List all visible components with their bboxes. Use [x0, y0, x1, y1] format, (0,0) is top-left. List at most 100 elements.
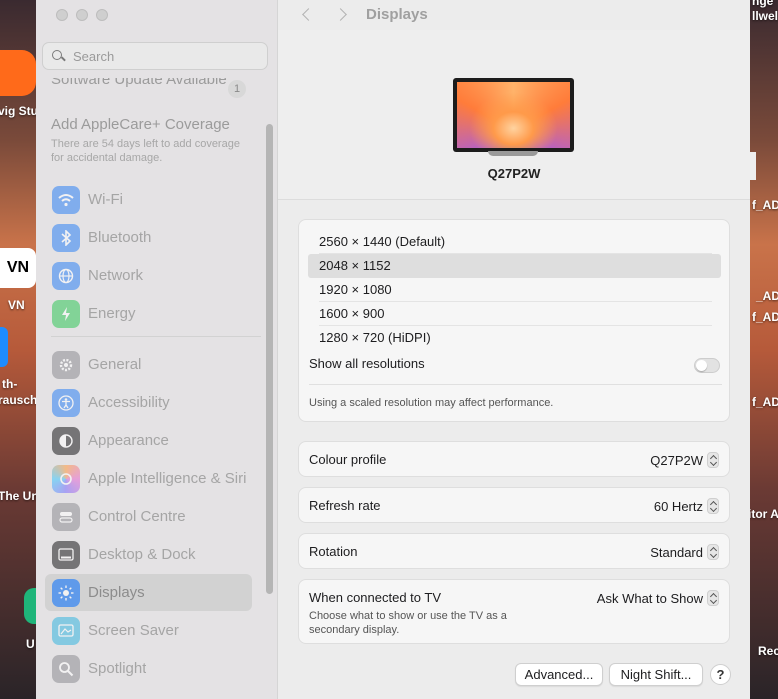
refresh-rate-row[interactable]: Refresh rate 60 Hertz	[298, 487, 730, 523]
colour-profile-value: Q27P2W	[650, 452, 703, 468]
desktop-label-6: U	[26, 637, 35, 651]
screen-saver-icon	[52, 616, 80, 645]
sidebar-item-label: Screen Saver	[88, 622, 179, 639]
sidebar-item-label: Displays	[88, 584, 145, 601]
refresh-rate-popup[interactable]: 60 Hertz	[654, 498, 719, 514]
sidebar-item-label: Spotlight	[88, 660, 147, 677]
sidebar-item-label: Network	[88, 267, 144, 284]
show-all-resolutions-toggle[interactable]	[694, 358, 720, 373]
resolution-option[interactable]: 1920 × 1080	[308, 278, 721, 302]
sidebar-item-displays[interactable]: Displays	[45, 574, 252, 611]
applecare-title[interactable]: Add AppleCare+ Coverage	[51, 116, 230, 133]
software-update-badge: 1	[228, 80, 246, 98]
popup-chevron-icon	[707, 498, 719, 514]
sidebar-item-apple-intelligence[interactable]: Apple Intelligence & Siri	[45, 460, 252, 497]
gear-icon	[52, 350, 80, 379]
accessibility-icon	[52, 388, 80, 417]
tv-connection-description: Choose what to show or use the TV as a s…	[309, 610, 507, 636]
desktop-label-r6: f_AD	[752, 395, 778, 409]
search-field[interactable]	[42, 42, 268, 70]
desktop-right-strip: nge llwel f_AD _AD f_AD f_AD itor A Rec	[748, 0, 778, 699]
popup-chevron-icon	[707, 544, 719, 560]
tv-connection-value: Ask What to Show	[596, 590, 703, 606]
toolbar: Displays	[278, 0, 750, 30]
sidebar-item-energy[interactable]: Energy	[45, 295, 252, 332]
chevron-right-icon	[334, 8, 347, 21]
display-name: Q27P2W	[487, 166, 541, 181]
sidebar-item-accessibility[interactable]: Accessibility	[45, 384, 252, 421]
page-title: Displays	[366, 6, 428, 23]
window-controls	[56, 9, 108, 21]
rotation-label: Rotation	[309, 544, 358, 559]
tv-connection-row[interactable]: When connected to TV Ask What to Show Ch…	[298, 579, 730, 644]
toggle-knob	[696, 360, 707, 371]
desktop-label-vn: VN	[8, 298, 25, 312]
sidebar-item-bluetooth[interactable]: Bluetooth	[45, 219, 252, 256]
sun-icon	[52, 578, 80, 607]
sidebar-item-appearance[interactable]: Appearance	[45, 422, 252, 459]
close-window-button[interactable]	[56, 9, 68, 21]
resolution-card: 2560 × 1440 (Default) 2048 × 1152 1920 ×…	[298, 219, 730, 422]
popup-chevron-icon	[707, 452, 719, 468]
sidebar-item-label: Bluetooth	[88, 229, 152, 246]
tv-connection-label: When connected to TV	[309, 590, 442, 605]
system-settings-window: Software Update Available 1 Add AppleCar…	[36, 0, 750, 699]
monitor-wallpaper	[457, 82, 570, 148]
sidebar-item-label: Apple Intelligence & Siri	[88, 470, 247, 487]
colour-profile-row[interactable]: Colour profile Q27P2W	[298, 441, 730, 477]
green-app-icon[interactable]	[24, 588, 36, 624]
help-button[interactable]: ?	[710, 664, 731, 685]
desktop-label-bitwig: vig Stu	[0, 104, 39, 118]
bluetooth-icon	[52, 223, 80, 252]
colour-profile-popup[interactable]: Q27P2W	[650, 452, 719, 468]
resolution-option[interactable]: 1280 × 720 (HiDPI)	[308, 326, 721, 350]
sidebar-item-label: Control Centre	[88, 508, 186, 525]
desktop-label-r7: itor A	[748, 507, 778, 521]
sidebar-item-general[interactable]: General	[45, 346, 252, 383]
sidebar-item-screen-saver[interactable]: Screen Saver	[45, 612, 252, 649]
search-icon	[51, 49, 65, 63]
desktop-label-r8: Rec	[758, 644, 778, 658]
refresh-rate-value: 60 Hertz	[653, 498, 703, 514]
blue-app-icon[interactable]	[0, 327, 8, 367]
globe-icon	[52, 261, 80, 290]
desktop-label-4: rausch	[0, 393, 38, 407]
sidebar-item-label: Wi-Fi	[88, 191, 123, 208]
dock-icon	[52, 540, 80, 569]
sidebar-divider	[51, 336, 261, 337]
resolution-option[interactable]: 1600 × 900	[308, 302, 721, 326]
tv-connection-popup[interactable]: Ask What to Show	[597, 590, 719, 606]
forward-button[interactable]	[334, 6, 350, 24]
back-button[interactable]	[298, 6, 315, 24]
sidebar-item-label: Energy	[88, 305, 136, 322]
bitwig-icon[interactable]	[0, 50, 36, 96]
sidebar-item-label: Desktop & Dock	[88, 546, 196, 563]
monitor-icon[interactable]	[453, 78, 574, 152]
rotation-row[interactable]: Rotation Standard	[298, 533, 730, 569]
night-shift-button[interactable]: Night Shift...	[609, 663, 703, 686]
control-centre-icon	[52, 502, 80, 531]
sidebar-item-desktop-dock[interactable]: Desktop & Dock	[45, 536, 252, 573]
sidebar-item-control-centre[interactable]: Control Centre	[45, 498, 252, 535]
minimize-window-button[interactable]	[76, 9, 88, 21]
desktop-label-5: The Un	[0, 489, 39, 503]
zoom-window-button[interactable]	[96, 9, 108, 21]
file-thumbnail-1[interactable]	[750, 152, 756, 180]
rotation-popup[interactable]: Standard	[650, 544, 719, 560]
applecare-subtitle: There are 54 days left to add coverage f…	[51, 138, 240, 164]
search-input[interactable]	[73, 48, 243, 64]
sidebar-list[interactable]: Software Update Available 1 Add AppleCar…	[36, 78, 278, 699]
resolution-option[interactable]: 2560 × 1440 (Default)	[308, 230, 721, 254]
software-update-item[interactable]: Software Update Available	[51, 78, 251, 90]
advanced-button[interactable]: Advanced...	[515, 663, 603, 686]
display-preview: Q27P2W	[278, 30, 750, 200]
sidebar-item-network[interactable]: Network	[45, 257, 252, 294]
scaled-resolution-note: Using a scaled resolution may affect per…	[309, 397, 554, 409]
refresh-rate-label: Refresh rate	[309, 498, 381, 513]
resolution-option-selected[interactable]: 2048 × 1152	[308, 254, 721, 278]
sidebar-scrollbar[interactable]	[266, 124, 273, 594]
sidebar-item-spotlight[interactable]: Spotlight	[45, 650, 252, 687]
sidebar-item-wifi[interactable]: Wi-Fi	[45, 181, 252, 218]
sidebar-item-label: Accessibility	[88, 394, 170, 411]
vn-app-icon[interactable]: VN	[0, 248, 36, 288]
